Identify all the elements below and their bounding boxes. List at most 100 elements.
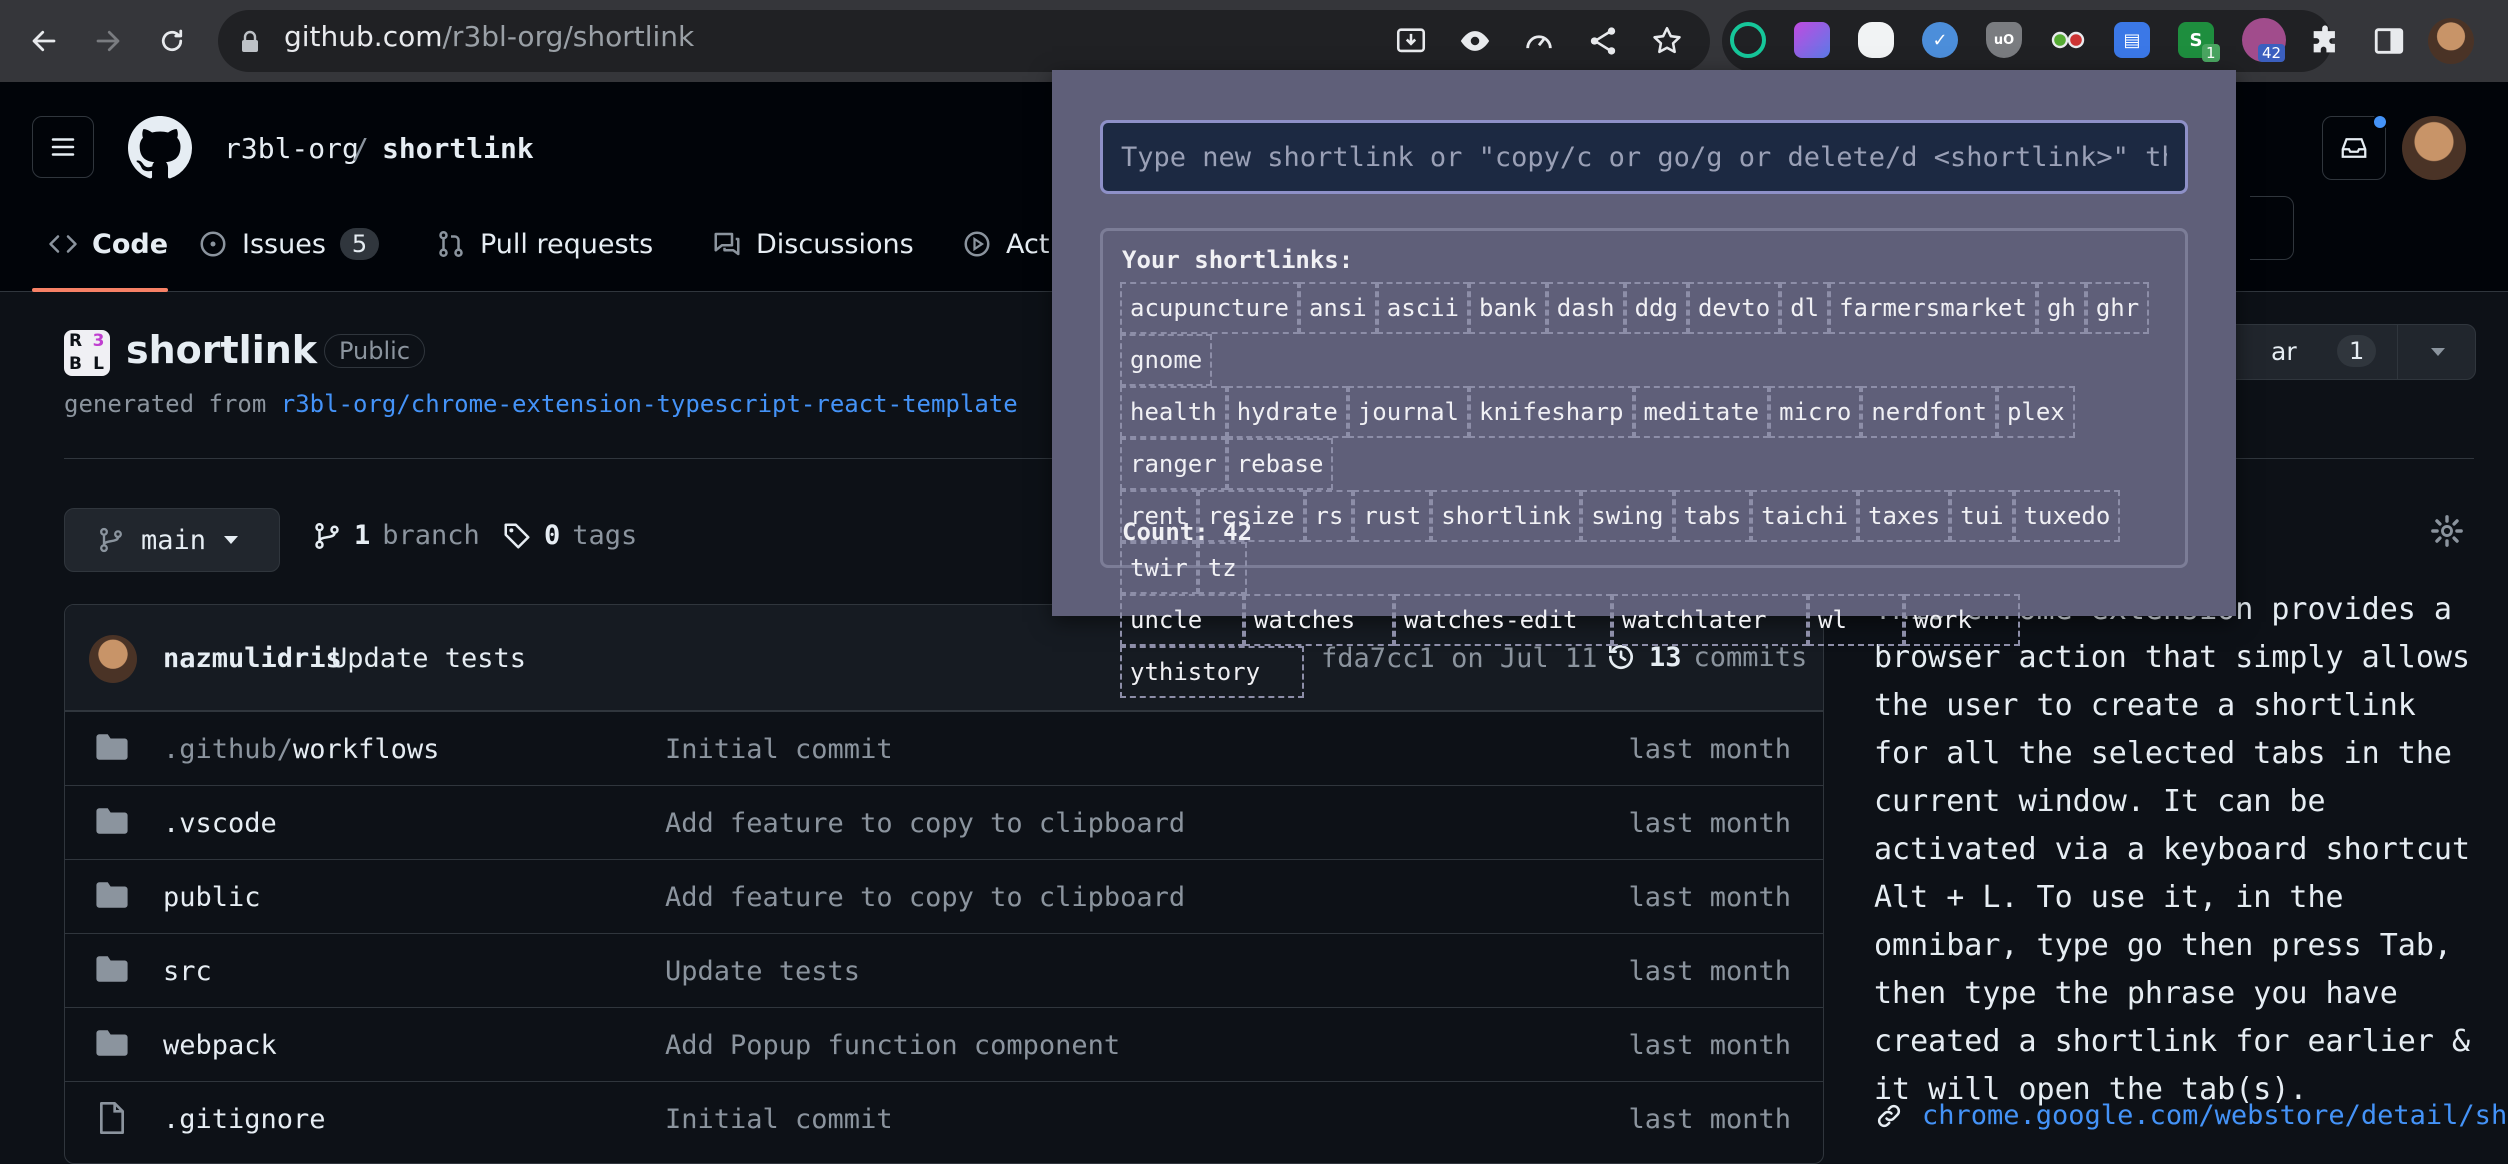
shortlink-chip[interactable]: ranger (1120, 438, 1227, 490)
tabs-extension-icon[interactable]: ▤ (2114, 22, 2150, 58)
commit-message[interactable]: Update tests (331, 643, 526, 674)
star-bookmark-icon[interactable] (1650, 24, 1684, 58)
github-logo[interactable] (128, 116, 192, 180)
shortlink-chip[interactable]: tuxedo (2013, 490, 2121, 542)
tab-code[interactable]: Code (48, 222, 168, 266)
grammar-extension-icon[interactable] (1730, 22, 1766, 58)
shortlink-chip[interactable]: tz (1197, 542, 1247, 594)
shortlink-chip[interactable]: ddg (1624, 282, 1688, 334)
profile-avatar[interactable] (2428, 18, 2474, 64)
file-commit-message[interactable]: Initial commit (665, 734, 893, 765)
shortlink-chip[interactable]: gh (2036, 282, 2086, 334)
share-icon[interactable] (1586, 24, 1620, 58)
file-name[interactable]: src (163, 956, 212, 987)
file-row[interactable]: .vscode Add feature to copy to clipboard… (65, 785, 1823, 859)
glasses-extension-icon[interactable] (2050, 22, 2086, 58)
breadcrumb-owner[interactable]: r3bl-org (224, 132, 359, 165)
author-avatar[interactable] (89, 635, 137, 683)
shortlink-chip[interactable]: acupuncture (1120, 282, 1299, 334)
eye-icon[interactable] (1458, 24, 1492, 58)
shortlink-chip[interactable]: watches (1244, 594, 1394, 646)
check-extension-icon[interactable]: ✓ (1922, 22, 1958, 58)
forward-button[interactable] (88, 21, 128, 61)
shortlink-chip[interactable]: twir (1120, 542, 1198, 594)
repo-title[interactable]: shortlink (126, 328, 317, 372)
user-avatar[interactable] (2402, 116, 2466, 180)
chat-extension-icon[interactable] (1858, 22, 1894, 58)
shortlink-chip[interactable]: rs (1304, 490, 1354, 542)
shortlink-chip[interactable]: work (1904, 594, 2020, 646)
shortlink-chip[interactable]: dash (1546, 282, 1625, 334)
file-name[interactable]: .github/workflows (163, 734, 439, 765)
shortlink-chip[interactable]: farmersmarket (1829, 282, 2037, 334)
file-name[interactable]: public (163, 882, 261, 913)
shortlink-chip[interactable]: bank (1469, 282, 1547, 334)
shortlink-chip[interactable]: plex (1996, 386, 2075, 438)
shortlink-chip[interactable]: watchlater (1612, 594, 1808, 646)
shortlink-chip[interactable]: ythistory (1120, 646, 1304, 698)
tab-discussions[interactable]: Discussions (712, 222, 914, 266)
shortlink-command-input[interactable] (1100, 120, 2188, 194)
back-button[interactable] (24, 21, 64, 61)
shortlink-chip[interactable]: tabs (1673, 490, 1752, 542)
file-commit-message[interactable]: Initial commit (665, 1104, 893, 1135)
shortlink-chip[interactable]: shortlink (1431, 490, 1582, 542)
shortlink-chip[interactable]: dl (1780, 282, 1830, 334)
website-link[interactable]: chrome.google.com/webstore/detail/sho… (1874, 1100, 2508, 1131)
shortlink-chip[interactable]: taichi (1751, 490, 1858, 542)
file-name[interactable]: .vscode (163, 808, 277, 839)
puzzle-extensions-icon[interactable] (2308, 24, 2342, 58)
file-name[interactable]: webpack (163, 1030, 277, 1061)
shortlink-chip[interactable]: rebase (1226, 438, 1334, 490)
shortlink-chip[interactable]: uncle (1120, 594, 1244, 646)
file-row[interactable]: public Add feature to copy to clipboard … (65, 859, 1823, 933)
ublock-extension-icon[interactable]: uO (1986, 22, 2022, 58)
shortlink-chip[interactable]: gnome (1120, 334, 1213, 386)
shortlink-chip[interactable]: knifesharp (1469, 386, 1634, 438)
tab-pull-requests[interactable]: Pull requests (436, 222, 653, 266)
file-commit-message[interactable]: Add Popup function component (665, 1030, 1120, 1061)
file-row[interactable]: src Update tests last month (65, 933, 1823, 1007)
shortlink-chip[interactable]: health (1120, 386, 1227, 438)
tab-issues[interactable]: Issues 5 (198, 222, 380, 266)
shortlink-chip[interactable]: devto (1687, 282, 1781, 334)
commit-author[interactable]: nazmulidris (163, 643, 342, 674)
shortlink-chip[interactable]: journal (1347, 386, 1470, 438)
shortlink-chip[interactable]: hydrate (1226, 386, 1348, 438)
side-panel-icon[interactable] (2372, 24, 2406, 58)
file-commit-message[interactable]: Add feature to copy to clipboard (665, 808, 1185, 839)
breadcrumb-repo[interactable]: shortlink (382, 132, 534, 165)
file-row[interactable]: .github/workflows Initial commit last mo… (65, 711, 1823, 785)
star-button[interactable]: ar 1 (2220, 324, 2476, 380)
cloud-extension-icon[interactable] (1794, 22, 1830, 58)
shortlink-chip[interactable]: wl (1808, 594, 1904, 646)
menu-button[interactable] (32, 116, 94, 178)
shortlink-chip[interactable]: taxes (1858, 490, 1951, 542)
shortlink-chip[interactable]: micro (1769, 386, 1862, 438)
shortlink-chip[interactable]: nerdfont (1861, 386, 1997, 438)
branch-selector[interactable]: main (64, 508, 280, 572)
shortlink-chip[interactable]: swing (1581, 490, 1674, 542)
file-row[interactable]: .gitignore Initial commit last month (65, 1081, 1823, 1155)
shortlink-chip[interactable]: watches-edit (1394, 594, 1612, 646)
install-app-icon[interactable] (1394, 24, 1428, 58)
file-name[interactable]: .gitignore (163, 1104, 326, 1135)
branches-link[interactable]: 1 branch (312, 520, 480, 551)
performance-icon[interactable] (1522, 24, 1556, 58)
shortlink-chip[interactable]: rust (1353, 490, 1432, 542)
shortlink-chip[interactable]: meditate (1633, 386, 1770, 438)
shortlink-chip[interactable]: ansi (1298, 282, 1377, 334)
command-palette-button[interactable] (2250, 196, 2294, 260)
template-link[interactable]: r3bl-org/chrome-extension-typescript-rea… (281, 390, 1018, 418)
gear-icon[interactable] (2430, 514, 2464, 548)
reload-button[interactable] (152, 21, 192, 61)
tags-link[interactable]: 0 tags (502, 520, 637, 551)
file-commit-message[interactable]: Add feature to copy to clipboard (665, 882, 1185, 913)
shortlink-chip[interactable]: tui (1950, 490, 2014, 542)
shortlink-chip[interactable]: ascii (1376, 282, 1469, 334)
tab-actions[interactable]: Act (962, 222, 1049, 266)
shortlink-chip[interactable]: ghr (2085, 282, 2150, 334)
caret-down-icon[interactable] (2429, 345, 2447, 359)
file-commit-message[interactable]: Update tests (665, 956, 860, 987)
file-row[interactable]: webpack Add Popup function component las… (65, 1007, 1823, 1081)
